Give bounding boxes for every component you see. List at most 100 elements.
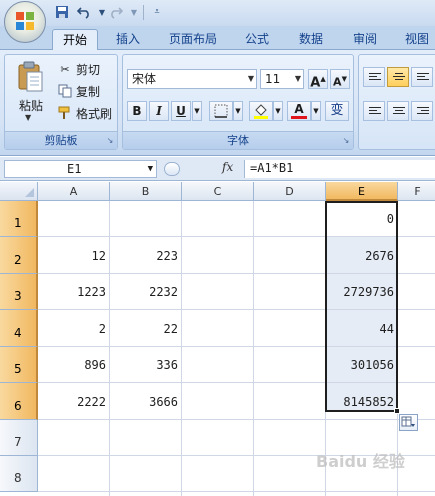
borders-button[interactable] xyxy=(209,101,233,121)
worksheet-grid: ABCDEF 12345678 12 223 0 2676 1223 2232 272973… xyxy=(0,182,435,496)
cell-a4[interactable]: 2 xyxy=(38,311,110,347)
undo-icon[interactable] xyxy=(76,4,92,20)
shrink-font-button[interactable]: A▼ xyxy=(330,69,350,89)
align-bottom-button[interactable] xyxy=(411,67,433,87)
paste-button[interactable]: 粘贴 ▼ xyxy=(11,59,51,125)
gridline-horizontal xyxy=(38,491,435,492)
align-center-button[interactable] xyxy=(387,101,409,121)
tab-review[interactable]: 审阅 xyxy=(345,29,385,50)
align-center-icon xyxy=(393,107,405,116)
formula-bar-controls: fx xyxy=(160,160,244,178)
qat-separator xyxy=(143,5,144,20)
tab-insert[interactable]: 插入 xyxy=(108,29,148,50)
row-header-5[interactable]: 5 xyxy=(0,347,38,383)
name-box-dropdown-icon[interactable]: ▼ xyxy=(148,161,153,177)
fill-color-button[interactable] xyxy=(249,101,273,121)
redo-icon[interactable] xyxy=(108,4,124,20)
fill-color-swatch xyxy=(254,116,268,119)
tab-view[interactable]: 视图 xyxy=(397,29,435,50)
row-header-6[interactable]: 6 xyxy=(0,383,38,420)
font-name-combo[interactable]: 宋体 ▼ xyxy=(127,69,257,89)
row-number: 2 xyxy=(14,253,22,267)
cell-a6[interactable]: 2222 xyxy=(38,384,110,420)
tab-home[interactable]: 开始 xyxy=(52,29,98,51)
office-button[interactable] xyxy=(4,1,46,43)
borders-dropdown-icon[interactable]: ▼ xyxy=(233,101,243,121)
cell-b2[interactable]: 223 xyxy=(110,238,182,274)
auto-fill-options-button[interactable] xyxy=(399,414,418,431)
paste-icon xyxy=(18,61,43,92)
select-all-button[interactable] xyxy=(0,182,38,201)
cell-b5[interactable]: 336 xyxy=(110,347,182,383)
cell-b3[interactable]: 2232 xyxy=(110,274,182,310)
font-size-combo[interactable]: 11 ▼ xyxy=(260,69,304,89)
save-icon[interactable] xyxy=(54,4,70,20)
shrink-font-label: A xyxy=(333,75,342,89)
copy-button[interactable]: 复制 xyxy=(57,81,100,101)
column-header-a[interactable]: A xyxy=(38,182,110,201)
cell-a5[interactable]: 896 xyxy=(38,347,110,383)
tab-formulas[interactable]: 公式 xyxy=(237,29,277,50)
column-header-c[interactable]: C xyxy=(182,182,254,201)
row-number: 4 xyxy=(14,326,22,340)
cell-a3[interactable]: 1223 xyxy=(38,274,110,310)
align-middle-button[interactable] xyxy=(387,67,409,87)
row-header-8[interactable]: 8 xyxy=(0,456,38,492)
name-box[interactable]: E1 ▼ xyxy=(4,160,157,178)
underline-button[interactable]: U xyxy=(171,101,191,121)
bold-button[interactable]: B xyxy=(127,101,147,121)
fill-bucket-icon xyxy=(254,104,268,119)
font-launcher-icon[interactable]: ↘ xyxy=(341,136,351,146)
name-box-value: E1 xyxy=(67,162,82,176)
align-right-button[interactable] xyxy=(411,101,433,121)
row-number: 8 xyxy=(14,471,22,485)
italic-button[interactable]: I xyxy=(149,101,169,121)
clipboard-group-label: 剪贴板 xyxy=(5,131,117,149)
grow-font-label: A xyxy=(310,75,321,91)
column-header-f[interactable]: F xyxy=(398,182,435,201)
paste-dropdown-icon[interactable]: ▼ xyxy=(25,113,31,122)
redo-dropdown-icon[interactable]: ▼ xyxy=(126,4,142,20)
selection-border xyxy=(325,201,398,412)
row-header-4[interactable]: 4 xyxy=(0,310,38,347)
cell-b6[interactable]: 3666 xyxy=(110,384,182,420)
formula-bar-resize-handle[interactable] xyxy=(164,162,180,176)
cell-b4[interactable]: 22 xyxy=(110,311,182,347)
row-header-7[interactable]: 7 xyxy=(0,420,38,456)
format-painter-button[interactable]: 格式刷 xyxy=(57,103,112,123)
cell-a2[interactable]: 12 xyxy=(38,238,110,274)
tab-page-layout[interactable]: 页面布局 xyxy=(160,29,226,50)
fill-color-dropdown-icon[interactable]: ▼ xyxy=(273,101,283,121)
gridline-vertical xyxy=(253,201,254,496)
column-header-d[interactable]: D xyxy=(254,182,326,201)
font-size-dropdown-icon[interactable]: ▼ xyxy=(295,70,301,88)
underline-dropdown-icon[interactable]: ▼ xyxy=(192,101,202,121)
row-header-1[interactable]: 1 xyxy=(0,201,38,237)
row-header-2[interactable]: 2 xyxy=(0,237,38,274)
insert-function-button[interactable]: fx xyxy=(222,160,233,174)
customize-qat-icon[interactable]: ⩡ xyxy=(149,4,165,20)
align-right-icon xyxy=(417,107,429,116)
formula-input[interactable]: =A1*B1 xyxy=(244,160,435,178)
font-color-swatch xyxy=(291,116,307,119)
column-header-b[interactable]: B xyxy=(110,182,182,201)
align-left-button[interactable] xyxy=(363,101,385,121)
align-top-button[interactable] xyxy=(363,67,385,87)
grow-font-button[interactable]: A▲ xyxy=(308,69,328,91)
font-name-dropdown-icon[interactable]: ▼ xyxy=(248,70,254,88)
column-header-e[interactable]: E xyxy=(326,182,398,201)
phonetic-button[interactable]: 变 xyxy=(325,101,349,121)
ribbon-tab-bar: 开始 插入 页面布局 公式 数据 审阅 视图 xyxy=(0,26,435,51)
clipboard-launcher-icon[interactable]: ↘ xyxy=(105,136,115,146)
clipboard-group: 粘贴 ▼ ✂ 剪切 复制 格式刷 剪贴板 ↘ xyxy=(4,54,118,150)
office-logo-icon xyxy=(16,12,34,30)
font-color-button[interactable]: A xyxy=(287,101,311,121)
font-name-value: 宋体 xyxy=(132,72,157,86)
row-header-3[interactable]: 3 xyxy=(0,274,38,310)
alignment-group xyxy=(358,54,435,150)
copy-label: 复制 xyxy=(76,84,101,99)
row-number: 7 xyxy=(14,435,22,449)
font-color-dropdown-icon[interactable]: ▼ xyxy=(311,101,321,121)
cut-button[interactable]: ✂ 剪切 xyxy=(57,59,100,79)
tab-data[interactable]: 数据 xyxy=(291,29,331,50)
